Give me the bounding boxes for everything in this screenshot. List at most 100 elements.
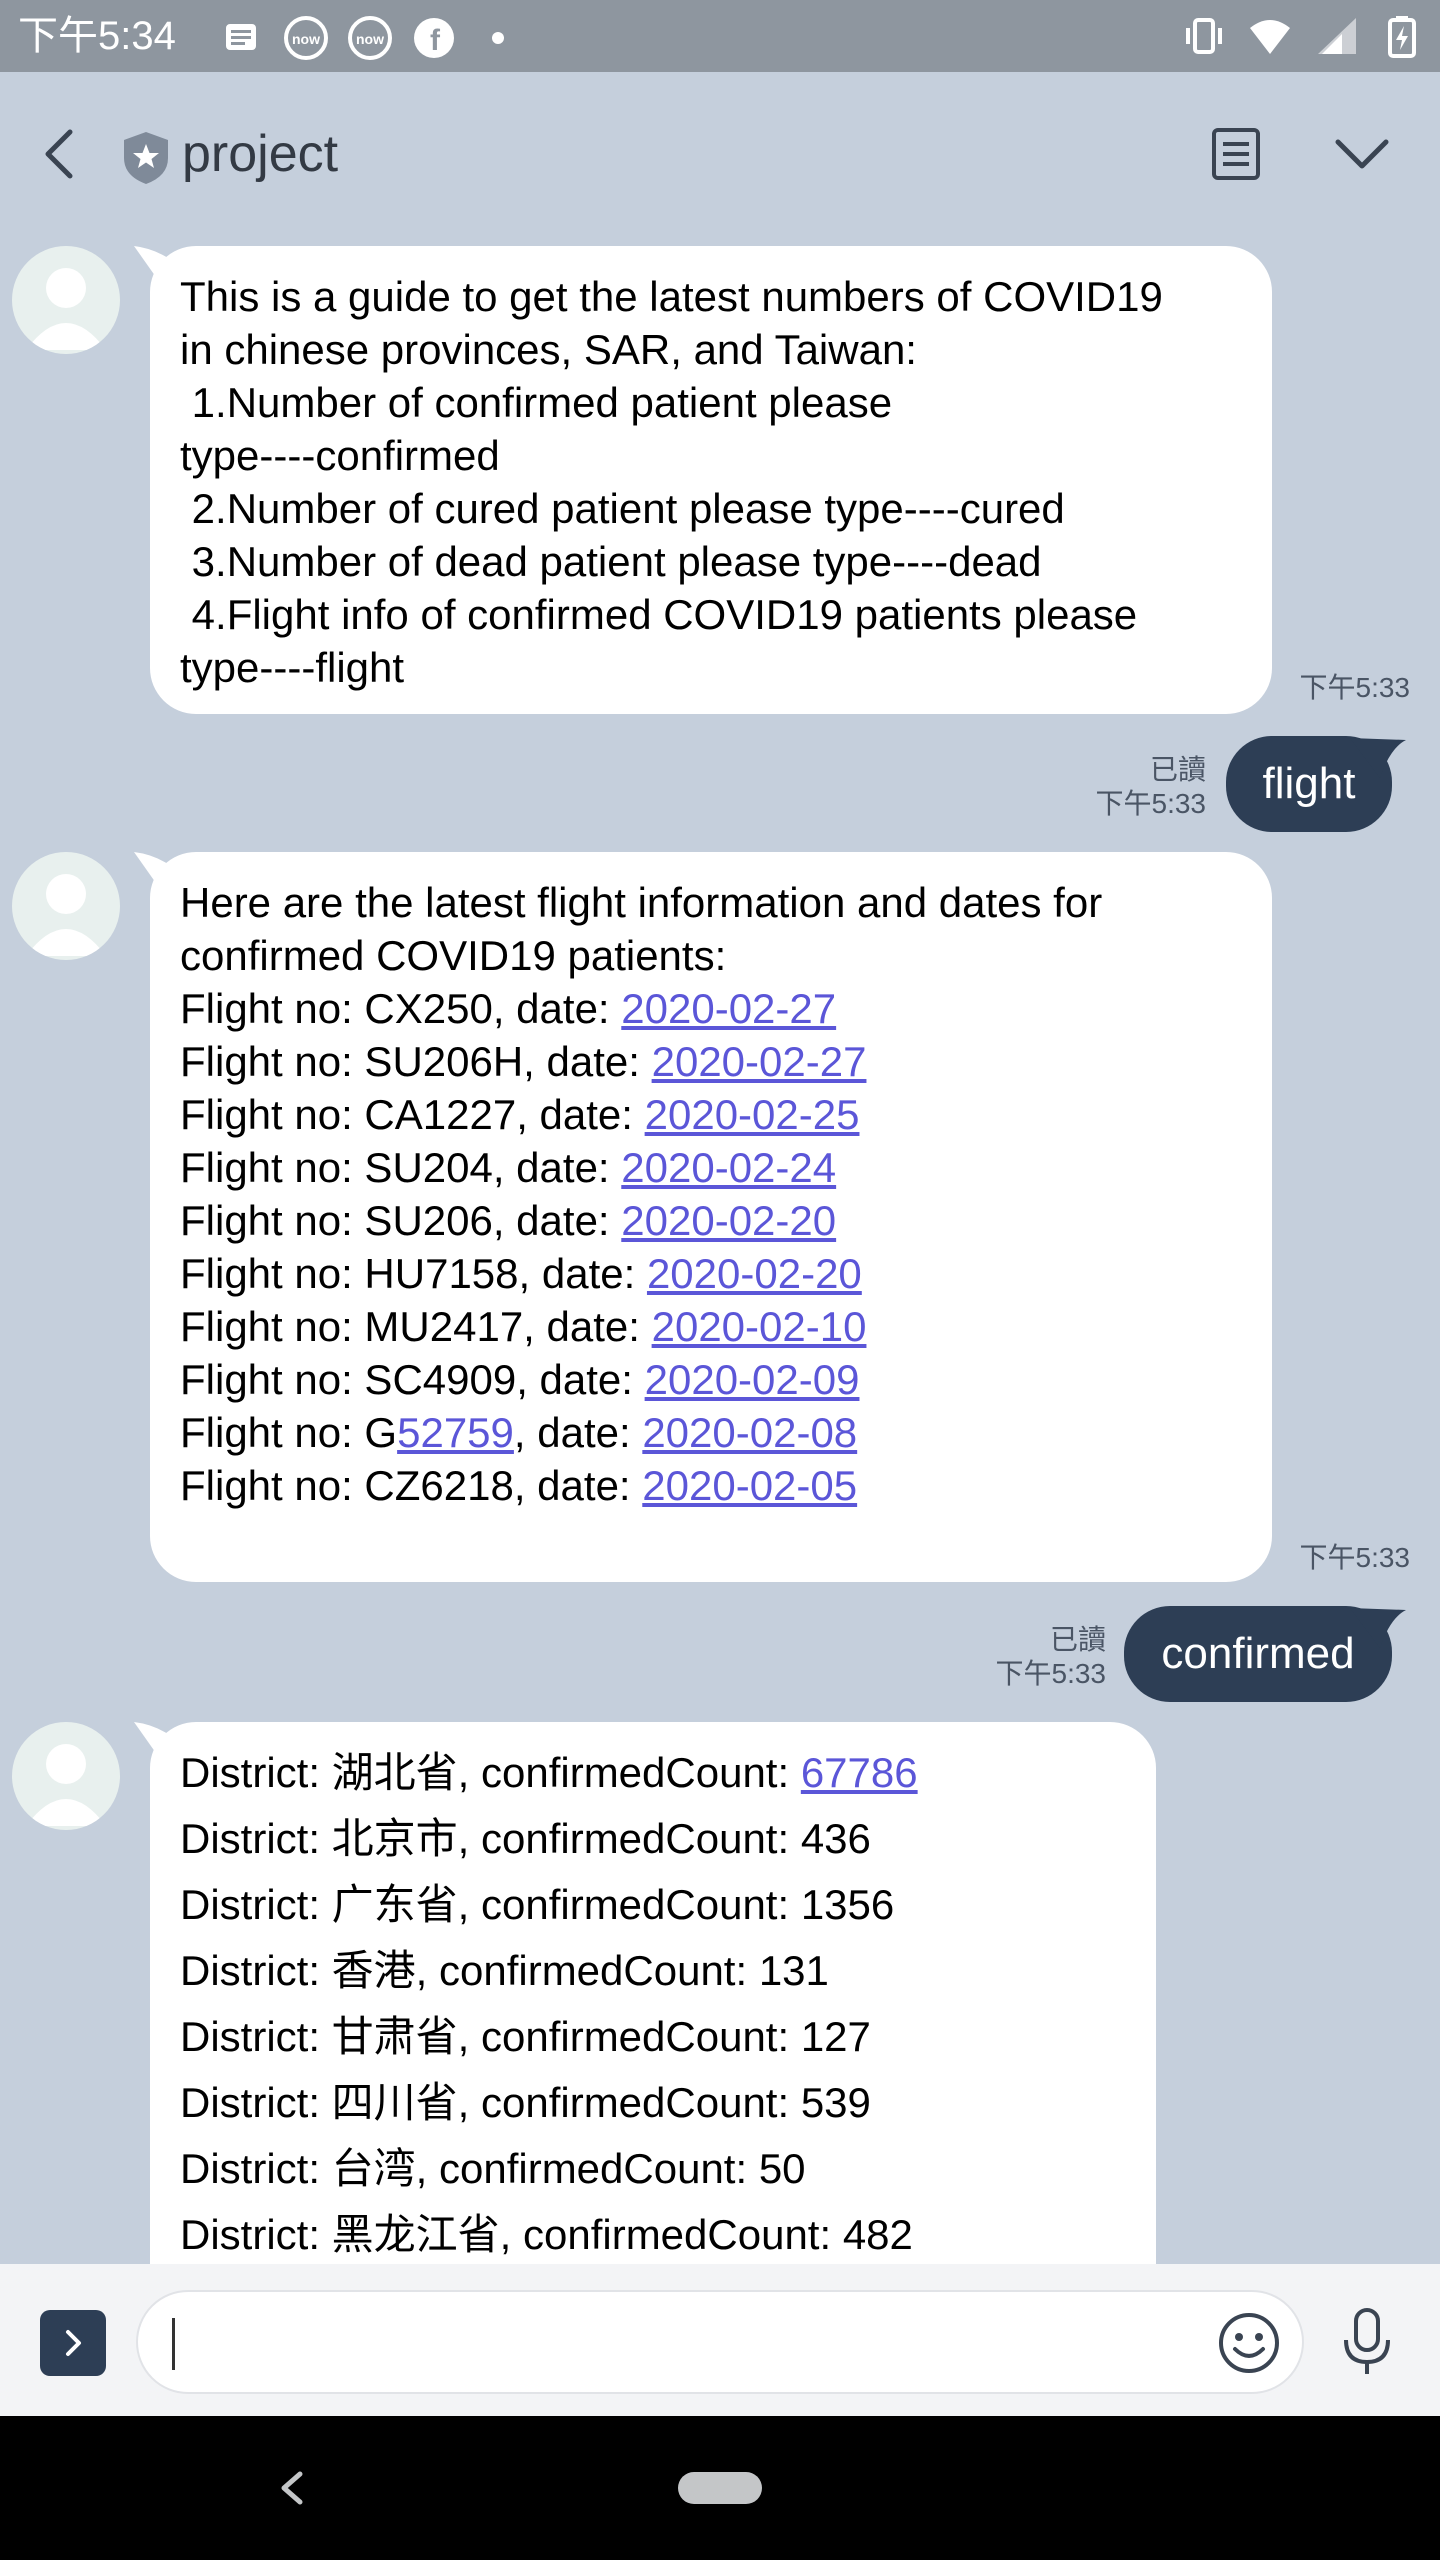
- flight-row: Flight no: SC4909, date: 2020-02-09: [180, 1353, 1242, 1406]
- read-receipt: 已讀: [1149, 754, 1206, 785]
- chat-header: project: [0, 72, 1440, 240]
- date-link[interactable]: 2020-02-20: [621, 1197, 836, 1244]
- bubble-tail: [1350, 1608, 1406, 1648]
- status-bar: 下午5:34 now now f: [0, 0, 1440, 72]
- avatar[interactable]: [12, 1722, 120, 1830]
- now-app-icon: now: [348, 16, 392, 60]
- facebook-icon: f: [414, 18, 454, 58]
- district-label: District: 湖北省, confirmedCount:: [180, 1749, 801, 1796]
- avatar-icon: [26, 874, 106, 956]
- chat-title: project: [182, 125, 339, 183]
- flight-row: Flight no: CX250, date: 2020-02-27: [180, 982, 1242, 1035]
- back-arrow-icon[interactable]: [30, 122, 94, 186]
- emoji-icon[interactable]: [1216, 2310, 1282, 2376]
- message-timestamp: 下午5:33: [995, 1658, 1107, 1689]
- now-app-icon: now: [284, 16, 328, 60]
- flight-row: Flight no: SU206, date: 2020-02-20: [180, 1194, 1242, 1247]
- flight-row: Flight no: SU206H, date: 2020-02-27: [180, 1035, 1242, 1088]
- flight-label: Flight no: CA1227, date:: [180, 1091, 645, 1138]
- dot-icon: [492, 32, 504, 44]
- read-receipt: 已讀: [1049, 1624, 1106, 1655]
- flight-label: Flight no: G: [180, 1409, 398, 1456]
- notes-icon[interactable]: [1206, 124, 1266, 184]
- flight-label: Flight no: SU206H, date:: [180, 1038, 652, 1085]
- message-timestamp: 下午5:33: [1299, 672, 1411, 703]
- district-row: District: 湖北省, confirmedCount: 67786: [180, 1740, 1126, 1806]
- date-link[interactable]: 2020-02-05: [642, 1462, 857, 1509]
- flight-label: Flight no: SU204, date:: [180, 1144, 622, 1191]
- message-line: in chinese provinces, SAR, and Taiwan:: [180, 326, 917, 373]
- flight-row: Flight no: CZ6218, date: 2020-02-05: [180, 1459, 1242, 1512]
- svg-text:now: now: [292, 31, 320, 47]
- message-line: type----confirmed: [180, 432, 500, 479]
- wifi-icon: [1250, 20, 1290, 54]
- svg-text:f: f: [430, 24, 441, 57]
- expand-button[interactable]: [40, 2310, 106, 2376]
- message-icon: [226, 24, 256, 50]
- date-link[interactable]: 2020-02-20: [647, 1250, 862, 1297]
- date-link[interactable]: 2020-02-24: [621, 1144, 836, 1191]
- expand-icon: [66, 2330, 81, 2356]
- date-link[interactable]: 2020-02-10: [652, 1303, 867, 1350]
- avatar-icon: [26, 268, 106, 350]
- district-row: District: 台湾, confirmedCount: 50: [180, 2145, 806, 2192]
- district-row: District: 香港, confirmedCount: 131: [180, 1947, 829, 1994]
- shield-icon: [124, 132, 168, 184]
- battery-icon: [1388, 16, 1416, 58]
- district-row: District: 黑龙江省, confirmedCount: 482: [180, 2211, 913, 2258]
- flight-label: Flight no: CX250, date:: [180, 985, 622, 1032]
- status-time: 下午5:34: [18, 14, 176, 58]
- message-line: 2.Number of cured patient please type---…: [180, 485, 1065, 532]
- flight-row: Flight no: G52759, date: 2020-02-08: [180, 1406, 1242, 1459]
- avatar-icon: [26, 1744, 106, 1826]
- flight-label: , date:: [513, 1409, 643, 1456]
- district-row: District: 四川省, confirmedCount: 539: [180, 2079, 871, 2126]
- date-link[interactable]: 2020-02-25: [645, 1091, 860, 1138]
- flight-row: Flight no: MU2417, date: 2020-02-10: [180, 1300, 1242, 1353]
- vibrate-icon: [1186, 18, 1222, 54]
- message-timestamp: 下午5:33: [1095, 788, 1207, 819]
- message-input-bar: [0, 2264, 1440, 2416]
- text-caret: [172, 2318, 175, 2370]
- microphone-icon[interactable]: [1334, 2306, 1400, 2378]
- flight-row: Flight no: SU204, date: 2020-02-24: [180, 1141, 1242, 1194]
- date-link[interactable]: 2020-02-27: [652, 1038, 867, 1085]
- number-link[interactable]: 52759: [397, 1409, 514, 1456]
- date-link[interactable]: 2020-02-08: [642, 1409, 857, 1456]
- message-timestamp: 下午5:33: [1299, 1542, 1411, 1573]
- count-link[interactable]: 67786: [801, 1749, 918, 1796]
- message-bubble[interactable]: District: 湖北省, confirmedCount: 67786 Dis…: [150, 1722, 1156, 2282]
- bubble-tail: [1350, 738, 1406, 778]
- avatar[interactable]: [12, 246, 120, 354]
- date-link[interactable]: 2020-02-27: [621, 985, 836, 1032]
- system-icons: [1180, 12, 1426, 60]
- message-line: type----flight: [180, 644, 405, 691]
- flight-label: Flight no: SU206, date:: [180, 1197, 622, 1244]
- date-link[interactable]: 2020-02-09: [645, 1356, 860, 1403]
- chevron-down-icon[interactable]: [1330, 124, 1394, 184]
- district-row: District: 广东省, confirmedCount: 1356: [180, 1881, 895, 1928]
- message-line: Here are the latest flight information a…: [180, 879, 1103, 926]
- home-pill-icon[interactable]: [678, 2472, 762, 2504]
- district-row: District: 北京市, confirmedCount: 436: [180, 1815, 871, 1862]
- message-line: 1.Number of confirmed patient please: [180, 379, 893, 426]
- avatar[interactable]: [12, 852, 120, 960]
- message-line: 3.Number of dead patient please type----…: [180, 538, 1042, 585]
- message-input[interactable]: [136, 2290, 1304, 2394]
- svg-text:now: now: [356, 31, 384, 47]
- flight-row: Flight no: CA1227, date: 2020-02-25: [180, 1088, 1242, 1141]
- message-line: 4.Flight info of confirmed COVID19 patie…: [180, 591, 1138, 638]
- flight-label: Flight no: SC4909, date:: [180, 1356, 645, 1403]
- flight-label: Flight no: HU7158, date:: [180, 1250, 647, 1297]
- message-bubble[interactable]: This is a guide to get the latest number…: [150, 246, 1272, 714]
- signal-icon: [1318, 18, 1356, 54]
- flight-label: Flight no: MU2417, date:: [180, 1303, 652, 1350]
- nav-back-icon[interactable]: [272, 2466, 312, 2510]
- message-line: confirmed COVID19 patients:: [180, 932, 727, 979]
- flight-label: Flight no: CZ6218, date:: [180, 1462, 643, 1509]
- message-line: This is a guide to get the latest number…: [180, 273, 1163, 320]
- district-row: District: 甘肃省, confirmedCount: 127: [180, 2013, 871, 2060]
- message-bubble[interactable]: Here are the latest flight information a…: [150, 852, 1272, 1582]
- flight-row: Flight no: HU7158, date: 2020-02-20: [180, 1247, 1242, 1300]
- notification-icons: now now f: [218, 14, 522, 62]
